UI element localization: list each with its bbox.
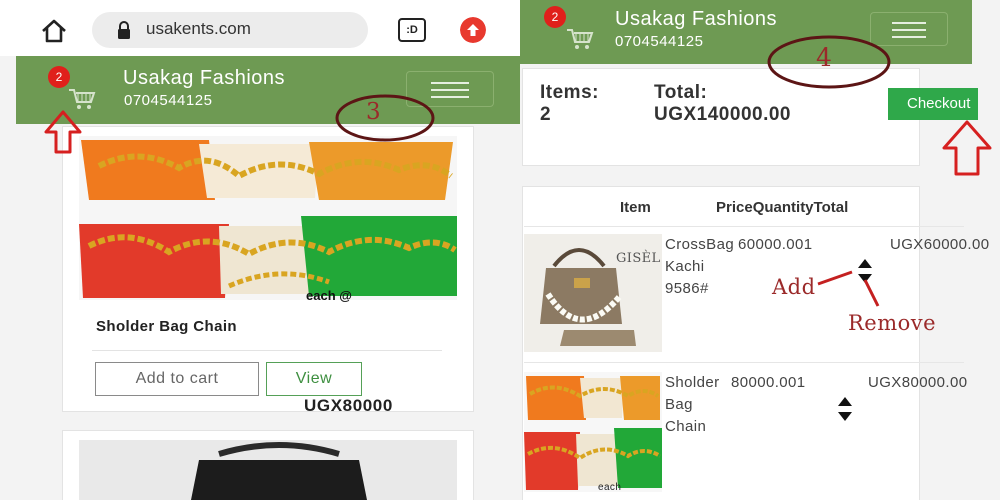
cart-item-name-line: Bag — [665, 396, 693, 413]
cart-item-name-line: Chain — [665, 418, 707, 435]
cart-icon[interactable] — [566, 28, 594, 50]
image-caption: each @ — [306, 288, 352, 303]
cart-item-name-line: Sholder — [665, 374, 720, 391]
cart-item-total: UGX60000.00 — [890, 236, 990, 253]
column-header-price-quantity-total: PriceQuantityTotal — [716, 199, 849, 216]
items-count: 2 — [540, 104, 552, 125]
add-to-cart-button[interactable]: Add to cart — [95, 362, 259, 396]
right-screenshot: 2 Usakag Fashions 0704544125 Items: 2 To… — [520, 0, 1000, 500]
browser-toolbar: usakents.com :D — [0, 0, 520, 56]
product-image[interactable] — [79, 136, 457, 300]
cart-item-image[interactable] — [524, 372, 662, 492]
menu-button[interactable] — [406, 71, 494, 107]
image-brand-text: GISÈL — [616, 251, 661, 266]
tab-switcher-icon[interactable]: :D — [398, 18, 426, 42]
total-label: Total: — [654, 82, 708, 103]
cart-item-name-line: CrossBag — [665, 236, 735, 253]
total-value: UGX140000.00 — [654, 104, 791, 125]
annotation-step-number: 4 — [816, 43, 833, 72]
card-divider — [92, 350, 442, 351]
view-button[interactable]: View — [266, 362, 362, 396]
annotation-remove-label: Remove — [848, 311, 937, 335]
annotation-step-number: 3 — [366, 99, 382, 125]
quantity-stepper[interactable] — [836, 396, 854, 422]
upload-icon[interactable] — [460, 17, 486, 43]
quantity-stepper[interactable] — [856, 258, 874, 284]
shop-name: Usakag Fashions — [615, 8, 778, 30]
cart-count-badge: 2 — [48, 66, 70, 88]
row-divider — [524, 226, 964, 227]
product-image-2[interactable] — [79, 440, 457, 500]
annotation-add-label: Add — [772, 275, 816, 299]
menu-button[interactable] — [870, 12, 948, 46]
lock-icon — [118, 21, 130, 39]
product-title: Sholder Bag Chain — [96, 318, 237, 335]
product-price: UGX80000 — [304, 396, 393, 415]
shop-phone: 0704544125 — [124, 92, 213, 109]
items-label: Items: — [540, 82, 599, 103]
shop-phone: 0704544125 — [615, 33, 704, 50]
cart-item-price-quantity: 80000.001 — [731, 374, 806, 391]
cart-icon[interactable] — [68, 88, 96, 110]
checkout-button[interactable]: Checkout — [888, 88, 978, 120]
column-header-item: Item — [620, 199, 651, 216]
cart-item-price-quantity: 60000.001 — [738, 236, 813, 253]
home-icon[interactable] — [40, 18, 68, 44]
cart-item-name-line: 9586# — [665, 280, 709, 297]
cart-item-total: UGX80000.00 — [868, 374, 968, 391]
left-screenshot: usakents.com :D 2 Usakag Fashions 070454… — [0, 0, 520, 500]
cart-item-name-line: Kachi — [665, 258, 705, 275]
image-caption: each — [598, 482, 622, 493]
row-divider — [524, 362, 964, 363]
cart-count-badge: 2 — [544, 6, 566, 28]
url-text: usakents.com — [146, 19, 251, 38]
shop-name: Usakag Fashions — [123, 67, 286, 89]
